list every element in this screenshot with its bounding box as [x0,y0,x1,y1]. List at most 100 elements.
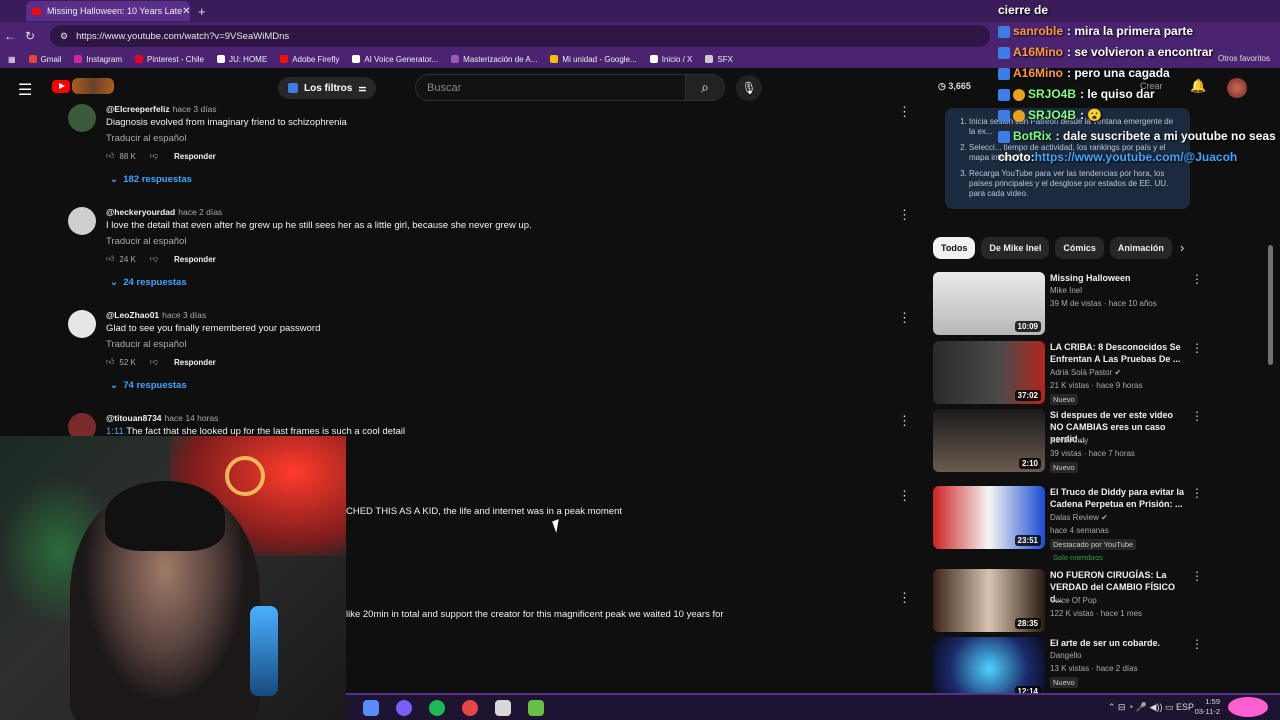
close-tab-icon[interactable]: ✕ [182,6,190,17]
reply-button[interactable]: Responder [174,255,216,264]
video-title[interactable]: Missing Halloween [1050,272,1188,284]
reply-button[interactable]: Responder [174,152,216,161]
spotify-icon[interactable] [429,699,445,716]
comment-menu-icon[interactable]: ⋮ [898,488,911,504]
commenter-avatar[interactable] [68,310,96,338]
video-thumbnail[interactable]: 10:09 [933,272,1045,335]
video-channel[interactable]: Voice Of Pop [1050,596,1097,605]
video-thumbnail[interactable]: 37:02 [933,341,1045,404]
filter-chip[interactable]: Animación [1109,237,1172,259]
filter-chip[interactable]: De Mike Inel [981,237,1050,259]
bookmark-icon [705,55,714,63]
bookmarks-folder-icon[interactable]: ▦ [8,55,16,64]
related-video[interactable]: 10:09 Missing Halloween Mike Inel 39 M d… [933,272,1233,336]
comment-menu-icon[interactable]: ⋮ [898,104,911,120]
video-menu-icon[interactable]: ⋮ [1191,637,1203,651]
thumbs-down-icon[interactable]: 👎︎ [150,254,158,264]
minecraft-icon[interactable] [528,699,544,716]
voice-search-button[interactable]: 🎙 [736,75,762,101]
thumbs-up-icon[interactable]: 👍︎ [106,357,114,367]
filter-chip[interactable]: Cómics [1055,237,1104,259]
bookmark-item[interactable]: AI Voice Generator... [352,55,438,64]
thumbs-down-icon[interactable]: 👎︎ [150,357,158,367]
browser-tab[interactable]: Missing Halloween: 10 Years Late ✕ [26,1,190,21]
bookmark-item[interactable]: Adobe Firefly [280,55,339,64]
video-menu-icon[interactable]: ⋮ [1191,486,1203,500]
video-thumbnail[interactable]: 2:10 [933,409,1045,472]
comment-author[interactable]: @LeoZhao01 hace 3 días [106,310,206,320]
url-field[interactable]: ⚙ https://www.youtube.com/watch?v=9VSeaW… [50,25,990,47]
bookmark-item[interactable]: Mi unidad - Google... [550,55,637,64]
new-tab-icon[interactable]: + [198,4,206,19]
bookmark-item[interactable]: Gmail [28,55,61,64]
video-thumbnail[interactable]: 28:35 [933,569,1045,632]
bookmark-item[interactable]: JU: HOME [216,55,267,64]
bookmark-item[interactable]: Masterización de A... [451,55,537,64]
video-title[interactable]: El Truco de Diddy para evitar la Cadena … [1050,486,1188,510]
video-thumbnail[interactable]: 23:51 [933,486,1045,549]
video-channel[interactable]: Adrià Solà Pastor ✔ [1050,368,1121,377]
clock[interactable]: 1:59 03-11-2 [1195,697,1220,717]
video-channel[interactable]: Dangello [1050,651,1082,660]
translate-link[interactable]: Traducir al español [106,339,186,350]
video-title[interactable]: El arte de ser un cobarde. [1050,637,1188,649]
bookmark-item[interactable]: Instagram [74,55,122,64]
search-button[interactable]: ⌕ [685,74,725,101]
filter-chip[interactable]: Todos [933,237,976,259]
system-tray[interactable]: ⌃ ⊟ ◔ 🎤 ◀)) ▭ ESP [1108,702,1194,713]
translate-link[interactable]: Traducir al español [106,236,186,247]
search-input[interactable]: Buscar [415,74,685,101]
video-menu-icon[interactable]: ⋮ [1191,341,1203,355]
video-menu-icon[interactable]: ⋮ [1191,272,1203,286]
view-replies-button[interactable]: ⌄ 182 respuestas [110,174,192,185]
chat-username: A16Mino [1013,45,1064,59]
explorer-icon[interactable] [363,699,379,716]
channel-name: Dalas Review [1050,513,1099,522]
translate-link[interactable]: Traducir al español [106,133,186,144]
video-thumbnail[interactable]: 12:14 [933,637,1045,700]
comment-author[interactable]: @Elcreeperfeliz hace 3 días [106,104,217,114]
related-video[interactable]: 12:14 El arte de ser un cobarde. Dangell… [933,637,1233,701]
video-channel[interactable]: Dalas Review ✔ [1050,513,1108,522]
video-menu-icon[interactable]: ⋮ [1191,569,1203,583]
scrollbar-thumb[interactable] [1268,245,1273,365]
doodle-logo[interactable] [72,78,114,94]
thumbs-up-icon[interactable]: 👍︎ [106,254,114,264]
app-icon[interactable] [462,699,478,716]
comment-menu-icon[interactable]: ⋮ [898,310,911,326]
bookmark-item[interactable]: Inicio / X [649,55,692,64]
video-channel[interactable]: Mike Inel [1050,286,1082,295]
commenter-avatar[interactable] [68,207,96,235]
bookmark-item[interactable]: SFX [705,55,733,64]
menu-icon[interactable]: ☰ [18,80,32,100]
video-channel[interactable]: KevinAndy [1050,436,1088,445]
comment-author[interactable]: @titouan8734 hace 14 horas [106,413,218,423]
comment-menu-icon[interactable]: ⋮ [898,207,911,223]
chevron-right-icon[interactable]: › [1180,240,1184,255]
site-info-icon[interactable]: ⚙ [60,31,68,42]
thumbs-up-icon[interactable]: 👍︎ [106,151,114,161]
video-menu-icon[interactable]: ⋮ [1191,409,1203,423]
comment-author-name: @LeoZhao01 [106,310,160,320]
related-video[interactable]: 37:02 LA CRIBA: 8 Desconocidos Se Enfren… [933,341,1233,405]
comment-author[interactable]: @heckeryourdad hace 2 días [106,207,222,217]
related-video[interactable]: 28:35 NO FUERON CIRUGÍAS: La VERDAD del … [933,569,1233,633]
discord-icon[interactable] [396,699,412,716]
commenter-avatar[interactable] [68,104,96,132]
video-title[interactable]: LA CRIBA: 8 Desconocidos Se Enfrentan A … [1050,341,1188,365]
obs-icon[interactable] [495,699,511,716]
thumbs-down-icon[interactable]: 👎︎ [150,151,158,161]
youtube-logo-icon[interactable] [52,80,70,93]
related-video[interactable]: 23:51 El Truco de Diddy para evitar la C… [933,486,1233,562]
comment-menu-icon[interactable]: ⋮ [898,413,911,429]
bookmark-item[interactable]: Pinterest - Chile [135,55,204,64]
filters-button[interactable]: Los filtros ⚌ [278,77,377,99]
view-replies-button[interactable]: ⌄ 74 respuestas [110,380,187,391]
view-replies-button[interactable]: ⌄ 24 respuestas [110,277,187,288]
subscriber-badge-icon [998,88,1010,101]
comment-menu-icon[interactable]: ⋮ [898,590,911,606]
back-icon[interactable]: ← [0,29,20,43]
reload-icon[interactable]: ↻ [20,29,40,43]
related-video[interactable]: 2:10 Si despues de ver este video NO CAM… [933,409,1233,473]
reply-button[interactable]: Responder [174,358,216,367]
